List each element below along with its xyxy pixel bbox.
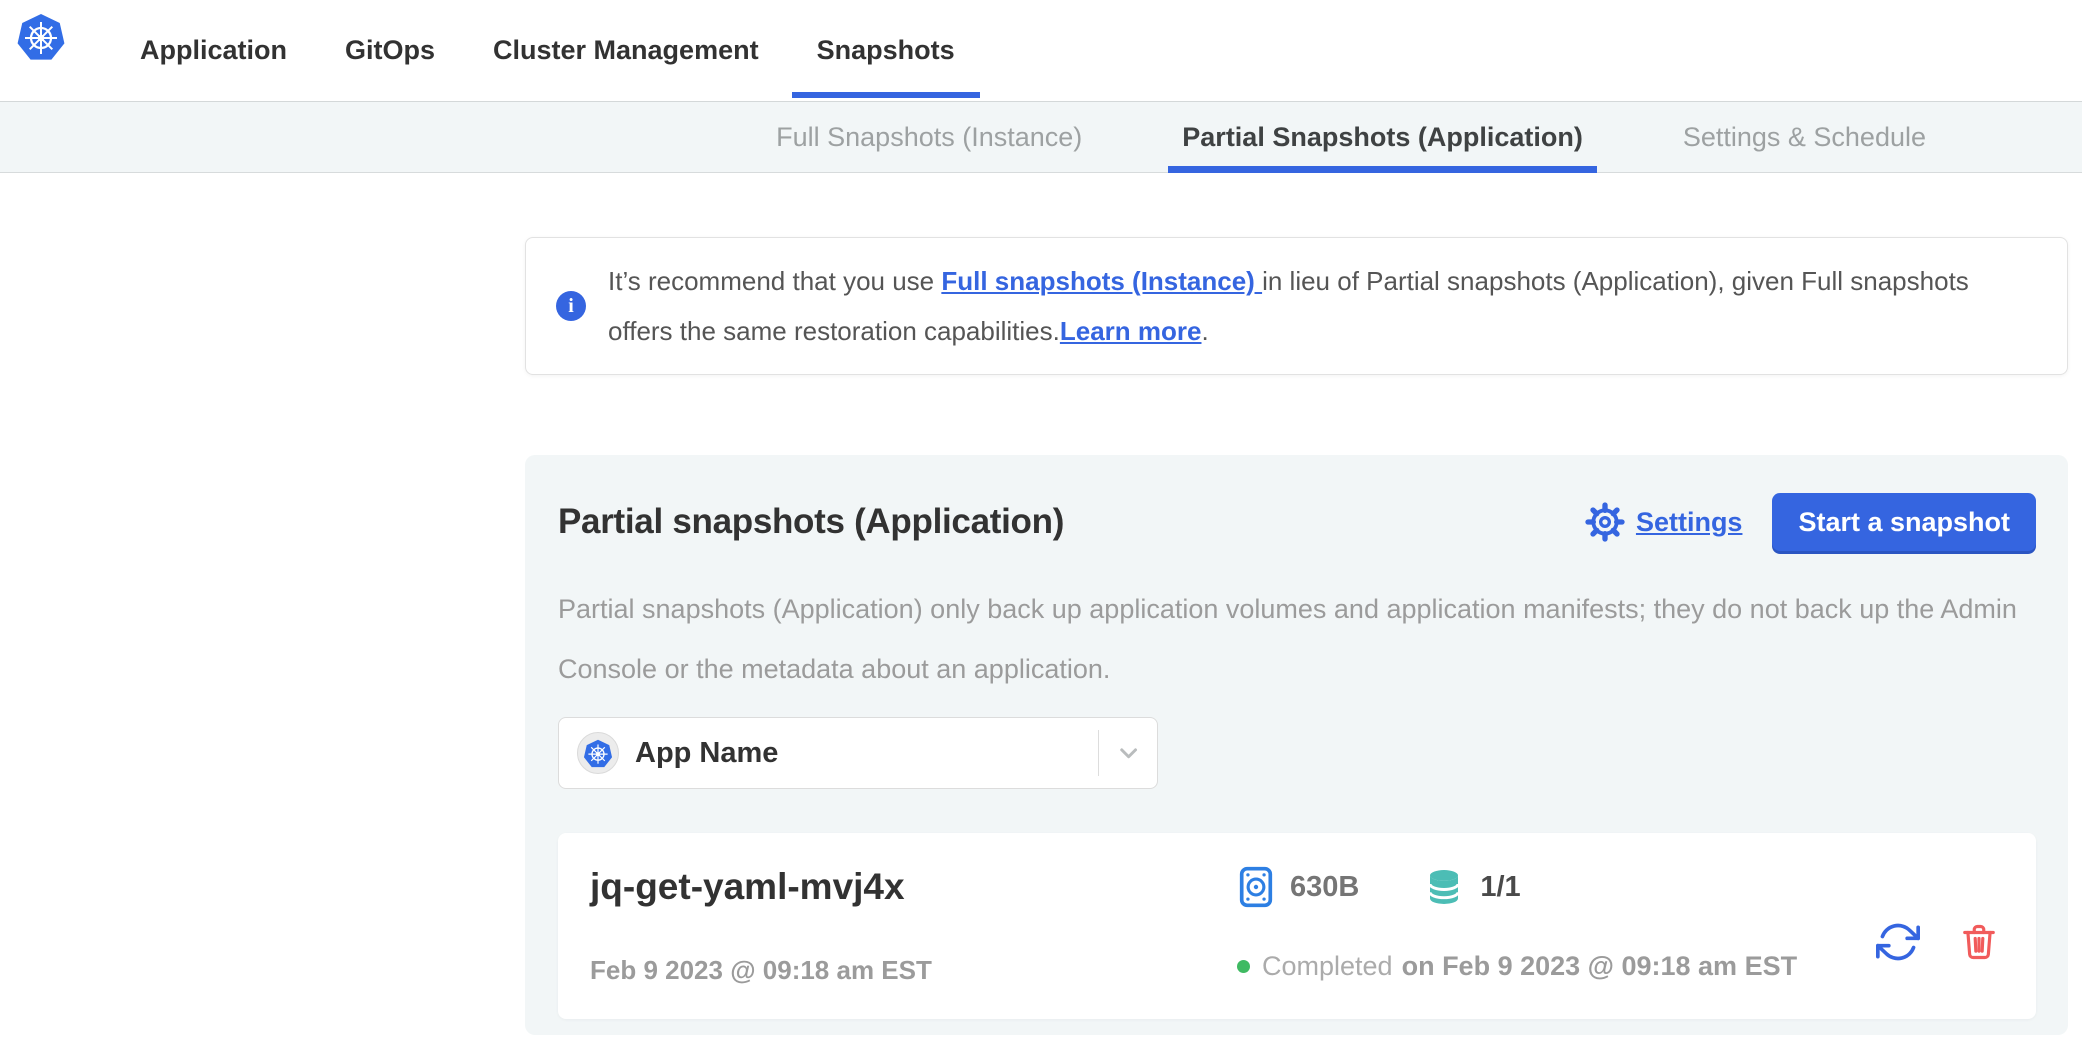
kubernetes-app-icon	[583, 738, 613, 769]
status-label: Completed	[1262, 951, 1393, 982]
snapshot-stats: 630B 1/1	[1237, 865, 1876, 909]
tab-settings-schedule[interactable]: Settings & Schedule	[1683, 102, 1926, 172]
top-navigation: Application GitOps Cluster Management Sn…	[0, 0, 2082, 101]
snapshot-actions	[1876, 920, 1998, 964]
snapshot-status: Completed on Feb 9 2023 @ 09:18 am EST	[1237, 951, 1876, 982]
nav-item-application[interactable]: Application	[140, 0, 287, 101]
chevron-down-icon[interactable]	[1099, 718, 1157, 788]
settings-link-label: Settings	[1636, 507, 1743, 538]
app-name-select[interactable]: App Name	[558, 717, 1158, 789]
nav-item-gitops[interactable]: GitOps	[345, 0, 435, 101]
full-snapshots-link[interactable]: Full snapshots (Instance)	[941, 266, 1262, 296]
partial-snapshots-card: Partial snapshots (Application)	[525, 455, 2068, 1035]
tab-partial-snapshots[interactable]: Partial Snapshots (Application)	[1182, 102, 1583, 172]
nav-item-cluster-management[interactable]: Cluster Management	[493, 0, 759, 101]
snapshot-name: jq-get-yaml-mvj4x	[590, 865, 1237, 909]
card-header-actions: Settings Start a snapshot	[1585, 493, 2036, 551]
info-icon: i	[556, 291, 586, 321]
status-detail: on Feb 9 2023 @ 09:18 am EST	[1402, 951, 1798, 982]
delete-snapshot-button[interactable]	[1960, 920, 1998, 964]
snapshot-details: 630B 1/1 Completed o	[1237, 865, 1876, 982]
card-header: Partial snapshots (Application)	[558, 493, 2036, 551]
restore-snapshot-button[interactable]	[1876, 920, 1920, 964]
disk-icon	[1237, 865, 1275, 909]
app-icon	[577, 732, 619, 774]
info-text-3: .	[1201, 316, 1208, 346]
tab-full-snapshots[interactable]: Full Snapshots (Instance)	[776, 102, 1082, 172]
snapshot-row: jq-get-yaml-mvj4x Feb 9 2023 @ 09:18 am …	[558, 833, 2036, 1019]
snapshot-created-date: Feb 9 2023 @ 09:18 am EST	[590, 955, 1237, 986]
nav-item-snapshots[interactable]: Snapshots	[817, 0, 955, 101]
info-banner-text: It’s recommend that you use Full snapsho…	[608, 256, 2023, 356]
app-select-value: App Name	[635, 737, 778, 770]
snapshot-size-value: 630B	[1290, 871, 1359, 904]
info-text-1: It’s recommend that you use	[608, 266, 941, 296]
admin-console: Application GitOps Cluster Management Sn…	[0, 0, 2082, 1056]
snapshot-volumes-value: 1/1	[1480, 871, 1520, 904]
restore-icon	[1876, 920, 1920, 964]
info-banner: i It’s recommend that you use Full snaps…	[525, 237, 2068, 375]
snapshot-identity: jq-get-yaml-mvj4x Feb 9 2023 @ 09:18 am …	[590, 865, 1237, 986]
page-title: Partial snapshots (Application)	[558, 502, 1064, 542]
nav-items: Application GitOps Cluster Management Sn…	[140, 0, 955, 101]
status-dot-icon	[1237, 960, 1250, 973]
snapshot-volumes: 1/1	[1423, 866, 1520, 908]
snapshots-subtabs: Full Snapshots (Instance) Partial Snapsh…	[0, 101, 2082, 173]
snapshot-settings-link[interactable]: Settings	[1585, 502, 1743, 542]
database-icon	[1423, 866, 1465, 908]
gear-icon	[1585, 502, 1625, 542]
learn-more-link[interactable]: Learn more	[1060, 316, 1202, 346]
start-snapshot-button[interactable]: Start a snapshot	[1772, 493, 2036, 551]
snapshot-size: 630B	[1237, 865, 1359, 909]
kubernetes-logo-icon	[16, 11, 66, 63]
trash-icon	[1960, 920, 1998, 964]
card-description: Partial snapshots (Application) only bac…	[558, 579, 2048, 699]
